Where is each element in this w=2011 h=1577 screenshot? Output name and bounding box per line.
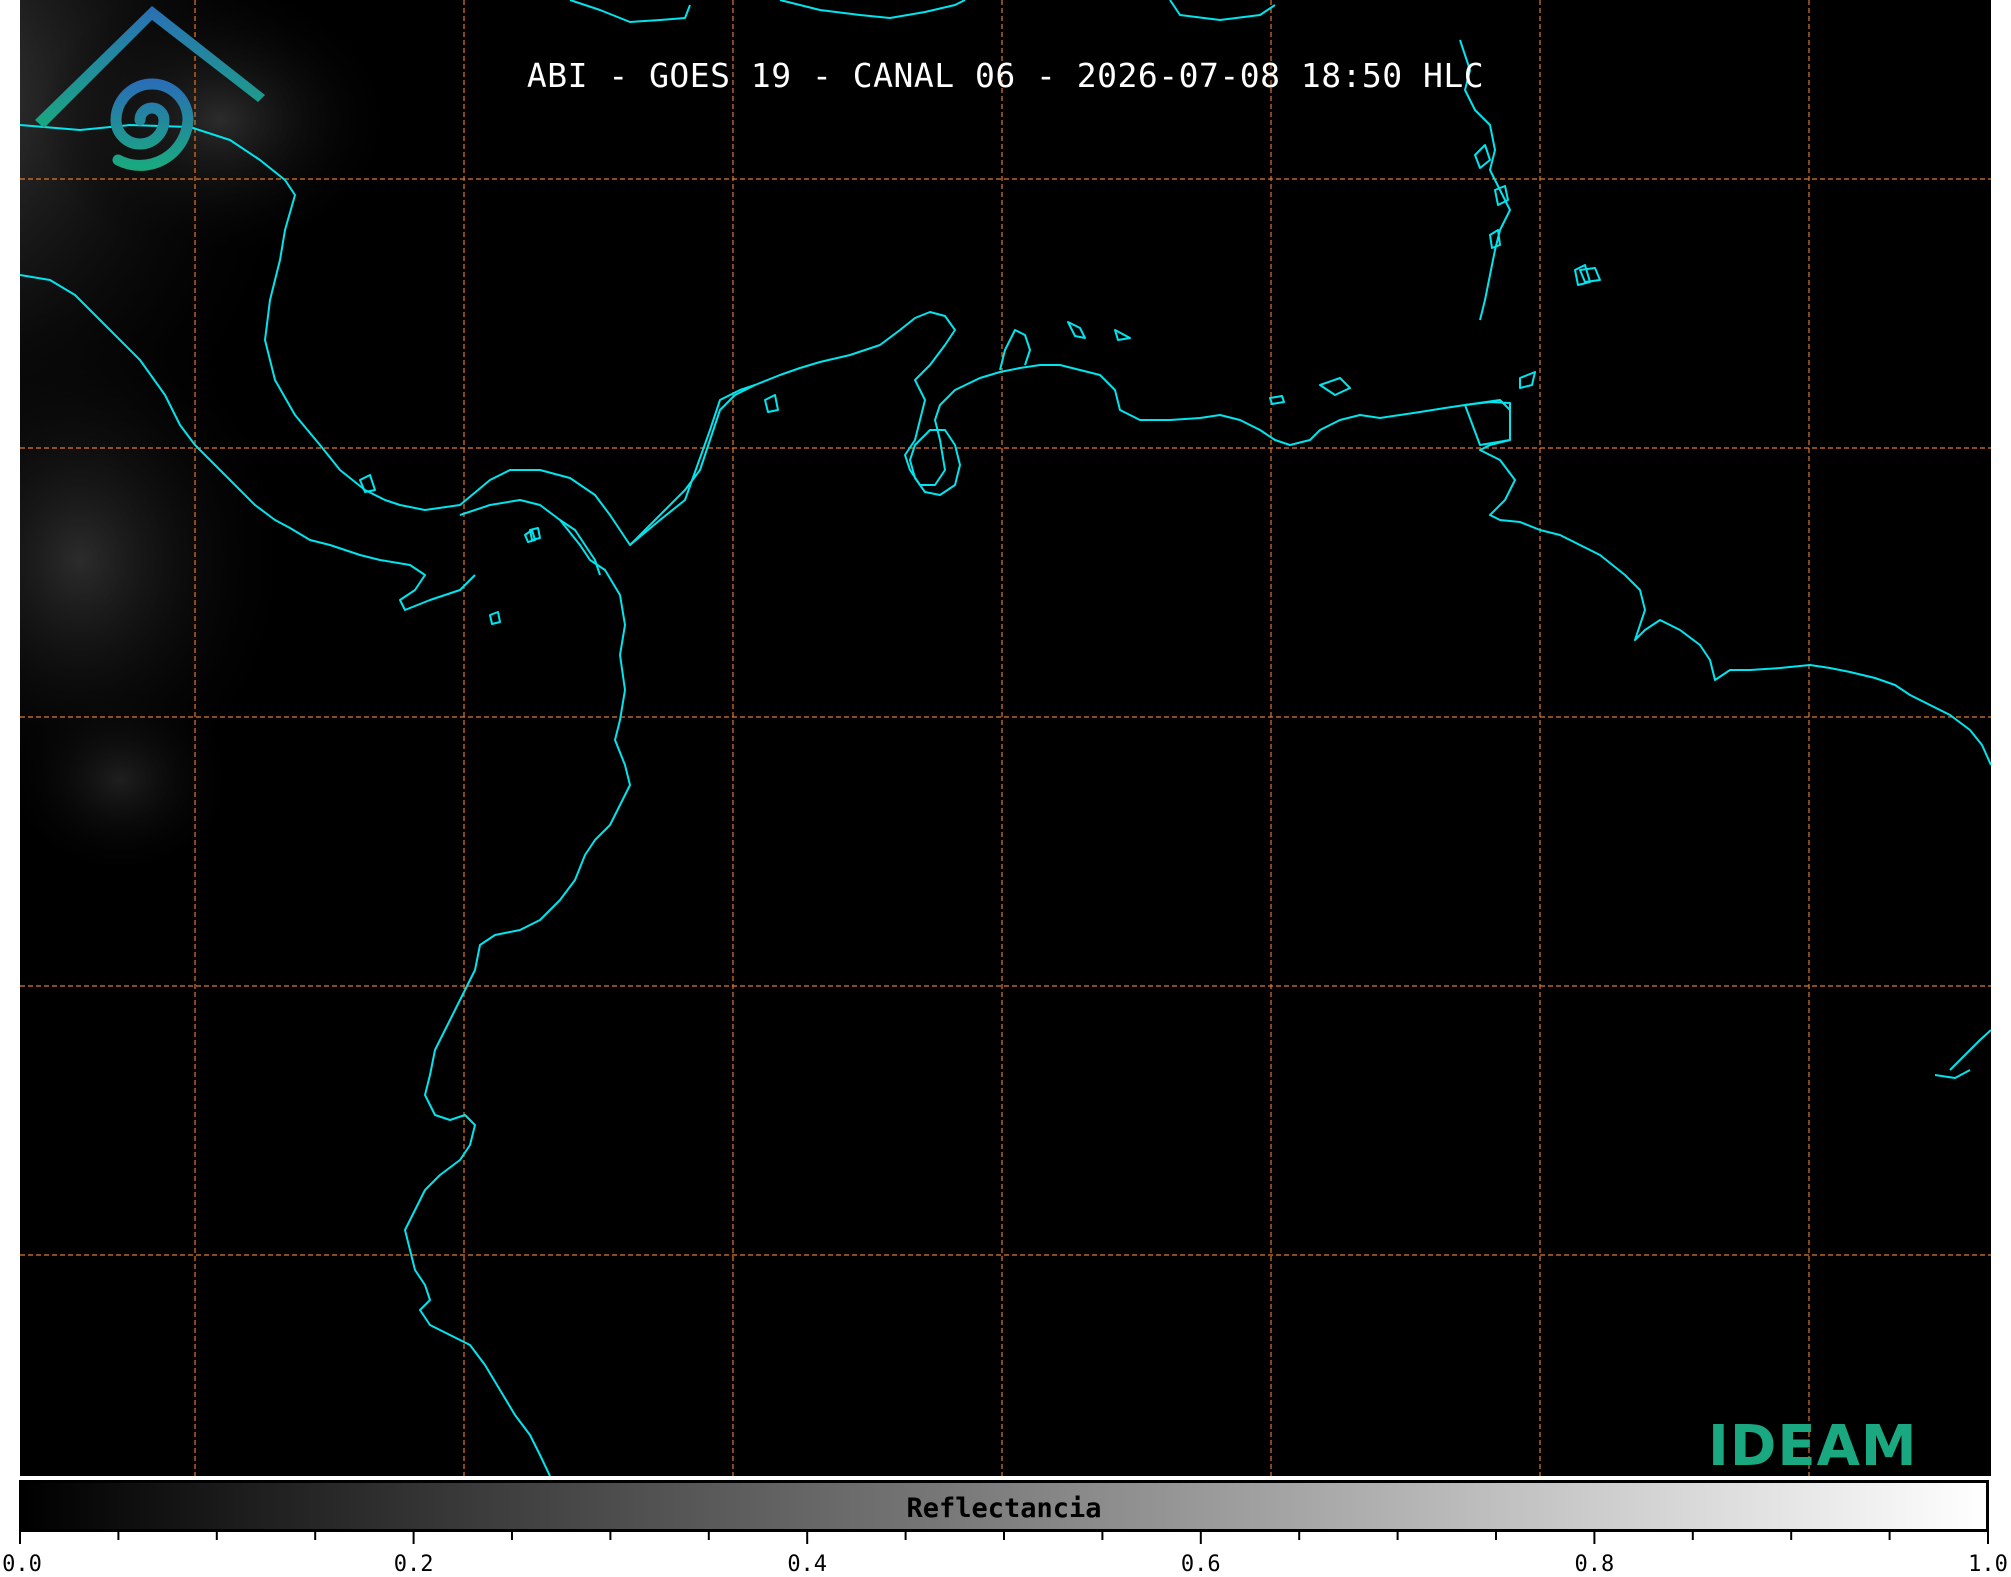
colorbar-label: Reflectancia [906,1493,1102,1524]
map-canvas [20,0,1991,1476]
island-trinidad [1464,399,1511,446]
island [1474,144,1491,169]
map-title: ABI - GOES 19 - CANAL 06 - 2026-07-08 18… [526,56,1485,95]
coastline-greater-antilles [569,0,691,23]
island [1519,371,1536,389]
coastline-amazon-2 [1934,1069,1971,1079]
coastline-amazon [1949,1029,1991,1071]
coastline-colombia-pacific [404,499,631,1476]
ideam-logo [35,6,265,171]
colorbar: Reflectancia [19,1480,1989,1532]
colorbar-tick-label: 0.4 [787,1552,828,1577]
colorbar-tick-label: 1.0 [1968,1552,2008,1577]
spiral-icon [110,78,194,171]
island-aruba [1067,321,1086,339]
colorbar-tick-label: 0.6 [1180,1552,1221,1577]
colorbar-tick-label: 0.8 [1574,1552,1615,1577]
colorbar-tick-label: 0.0 [2,1552,42,1577]
island [489,611,501,625]
colorbar-tick-label: 0.2 [393,1552,434,1577]
island-margarita [1319,377,1351,396]
ideam-logo-text: IDEAM [1708,1414,1918,1476]
coastline-puerto-rico [1169,0,1276,21]
coastline-paraguana [999,329,1031,371]
island [764,394,779,413]
coastline-caribbean-south [629,311,1991,766]
island [1269,395,1285,405]
island-curacao [1114,329,1131,341]
island [1489,229,1501,249]
satellite-map: ABI - GOES 19 - CANAL 06 - 2026-07-08 18… [20,0,1991,1476]
coastline-hispaniola [779,0,966,19]
